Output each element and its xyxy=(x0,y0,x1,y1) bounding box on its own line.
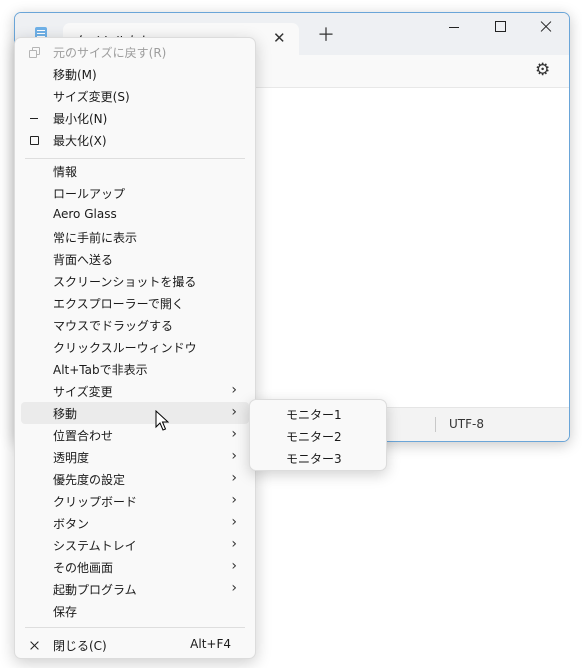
menu-item-label: Alt+Tabで非表示 xyxy=(53,363,148,377)
maximize-icon xyxy=(29,135,39,145)
close-window-button[interactable] xyxy=(523,13,569,43)
extra-menu-item-1[interactable]: ロールアップ xyxy=(21,182,249,204)
menu-item-label: その他画面 xyxy=(53,561,114,575)
system-menu: 元のサイズに戻す(R) 移動(M) サイズ変更(S) 最小化(N) 最大化(X) 情報ロー… xyxy=(14,37,256,659)
window-menu-item-3[interactable]: 最小化(N) xyxy=(21,107,249,129)
menu-item-label: Aero Glass xyxy=(53,207,117,221)
menu-item-label: 常に手前に表示 xyxy=(53,231,138,245)
shortcut-label: Alt+F4 xyxy=(190,637,231,651)
menu-item-label: サイズ変更(S) xyxy=(53,90,130,104)
extra-menu-item-16[interactable]: ボタン › xyxy=(21,512,249,534)
extra-menu-item-5[interactable]: スクリーンショットを撮る xyxy=(21,270,249,292)
menu-item-label: 移動 xyxy=(53,407,78,421)
extra-menu-item-0[interactable]: 情報 xyxy=(21,160,249,182)
menu-item-label: 元のサイズに戻す(R) xyxy=(53,46,167,60)
menu-item-label: ロールアップ xyxy=(53,187,126,201)
menu-item-label: マウスでドラッグする xyxy=(53,319,174,333)
extra-menu-item-17[interactable]: システムトレイ › xyxy=(21,534,249,556)
extra-menu-item-10[interactable]: サイズ変更 › xyxy=(21,380,249,402)
maximize-button[interactable] xyxy=(477,13,523,43)
extra-menu-item-14[interactable]: 優先度の設定 › xyxy=(21,468,249,490)
close-menu-item-0[interactable]: 閉じる(C) Alt+F4 xyxy=(21,634,249,656)
extra-menu-item-8[interactable]: クリックスルーウィンドウ xyxy=(21,336,249,358)
chevron-right-icon: › xyxy=(231,448,237,464)
menu-item-label: エクスプローラーで開く xyxy=(53,297,184,311)
chevron-right-icon: › xyxy=(231,426,237,442)
menu-item-label: 移動(M) xyxy=(53,68,97,82)
minimize-icon xyxy=(29,113,39,123)
window-menu-item-0: 元のサイズに戻す(R) xyxy=(21,41,249,63)
restore-icon xyxy=(29,47,40,58)
submenu-item-monitor-2[interactable]: モニター2 xyxy=(254,425,382,447)
chevron-right-icon: › xyxy=(231,404,237,420)
chevron-right-icon: › xyxy=(231,536,237,552)
menu-item-label: 起動プログラム xyxy=(53,583,137,597)
extra-menu-item-3[interactable]: 常に手前に表示 xyxy=(21,226,249,248)
extra-menu-item-15[interactable]: クリップボード › xyxy=(21,490,249,512)
tab-close-icon[interactable]: ✕ xyxy=(273,29,286,47)
move-submenu: モニター1 モニター2 モニター3 xyxy=(249,399,387,471)
status-divider xyxy=(435,417,436,432)
menu-item-label: 情報 xyxy=(53,165,78,179)
window-menu-item-1[interactable]: 移動(M) xyxy=(21,63,249,85)
extra-menu-item-9[interactable]: Alt+Tabで非表示 xyxy=(21,358,249,380)
submenu-item-monitor-1[interactable]: モニター1 xyxy=(254,403,382,425)
window-menu-item-4[interactable]: 最大化(X) xyxy=(21,129,249,151)
submenu-item-label: モニター1 xyxy=(286,408,342,422)
extra-menu-item-2[interactable]: Aero Glass xyxy=(21,204,249,226)
menu-item-label: クリップボード xyxy=(53,495,138,509)
menu-item-label: 閉じる(C) xyxy=(53,639,107,653)
menu-item-label: クリックスルーウィンドウ xyxy=(53,341,197,355)
extra-menu-item-6[interactable]: エクスプローラーで開く xyxy=(21,292,249,314)
submenu-item-monitor-3[interactable]: モニター3 xyxy=(254,447,382,469)
menu-item-label: 位置合わせ xyxy=(53,429,114,443)
chevron-right-icon: › xyxy=(231,514,237,530)
extra-menu-item-18[interactable]: その他画面 › xyxy=(21,556,249,578)
encoding-status[interactable]: UTF-8 xyxy=(449,417,484,431)
new-tab-icon[interactable]: ＋ xyxy=(317,27,335,45)
submenu-item-label: モニター2 xyxy=(286,430,342,444)
chevron-right-icon: › xyxy=(231,382,237,398)
extra-menu-item-19[interactable]: 起動プログラム › xyxy=(21,578,249,600)
menu-item-label: 最小化(N) xyxy=(53,112,108,126)
menu-item-label: システムトレイ xyxy=(53,539,137,553)
mouse-cursor-icon xyxy=(155,410,169,431)
minimize-button[interactable] xyxy=(431,13,477,43)
extra-menu-item-11[interactable]: 移動 › xyxy=(21,402,249,424)
chevron-right-icon: › xyxy=(231,470,237,486)
extra-menu-item-7[interactable]: マウスでドラッグする xyxy=(21,314,249,336)
menu-separator xyxy=(25,627,245,628)
extra-menu-item-20[interactable]: 保存 xyxy=(21,600,249,622)
chevron-right-icon: › xyxy=(231,580,237,596)
menu-item-label: ボタン xyxy=(53,517,90,531)
menu-item-label: 背面へ送る xyxy=(53,253,114,267)
settings-gear-icon[interactable]: ⚙ xyxy=(535,62,550,79)
submenu-item-label: モニター3 xyxy=(286,452,342,466)
extra-menu-item-12[interactable]: 位置合わせ › xyxy=(21,424,249,446)
chevron-right-icon: › xyxy=(231,492,237,508)
menu-item-label: サイズ変更 xyxy=(53,385,113,399)
menu-item-label: 優先度の設定 xyxy=(53,473,126,487)
menu-item-label: スクリーンショットを撮る xyxy=(53,275,197,289)
chevron-right-icon: › xyxy=(231,558,237,574)
menu-separator xyxy=(25,158,245,159)
menu-item-label: 最大化(X) xyxy=(53,134,107,148)
menu-item-label: 透明度 xyxy=(53,451,90,465)
extra-menu-item-4[interactable]: 背面へ送る xyxy=(21,248,249,270)
menu-item-label: 保存 xyxy=(53,605,78,619)
window-menu-item-2[interactable]: サイズ変更(S) xyxy=(21,85,249,107)
close-icon xyxy=(29,640,39,650)
extra-menu-item-13[interactable]: 透明度 › xyxy=(21,446,249,468)
